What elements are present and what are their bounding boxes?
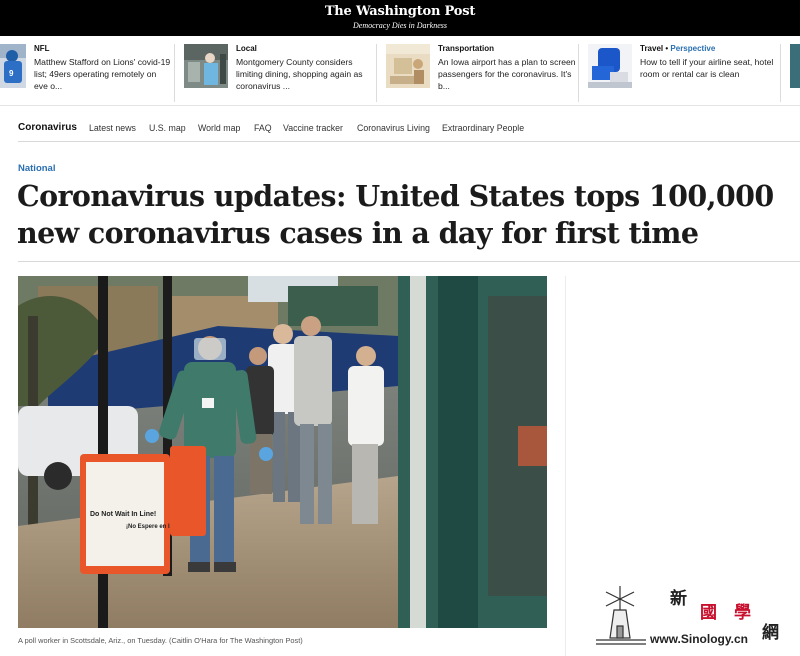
watermark-char: 學 (734, 603, 751, 623)
section-nav: Coronavirus Latest news U.S. map World m… (18, 118, 800, 142)
next-story-thumbnail-partial[interactable] (790, 44, 800, 88)
related-stories-strip: 9 NFL Matthew Stafford on Lions' covid-1… (0, 36, 800, 106)
strip-divider (780, 44, 781, 102)
right-rail-divider (565, 276, 566, 656)
story-category: Travel • Perspective (640, 44, 778, 54)
strip-divider (578, 44, 579, 102)
story-headline-link[interactable]: How to tell if your airline seat, hotel … (640, 56, 778, 80)
story-headline-link[interactable]: Matthew Stafford on Lions' covid-19 list… (34, 56, 172, 92)
watermark-char: 國 (700, 603, 717, 623)
nav-link-latest-news[interactable]: Latest news (89, 123, 136, 133)
perspective-label: Perspective (670, 44, 716, 53)
story-thumbnail[interactable] (184, 44, 228, 88)
watermark-char: 網 (762, 623, 779, 643)
strip-divider (174, 44, 175, 102)
story-category: NFL (34, 44, 50, 53)
watermark-url: www.Sinology.cn (650, 632, 749, 646)
nav-link-us-map[interactable]: U.S. map (149, 123, 186, 133)
headline-divider (18, 261, 800, 262)
sinology-watermark: 新 國 學 網 www.Sinology.cn (592, 580, 792, 652)
nav-link-vaccine-tracker[interactable]: Vaccine tracker (283, 123, 343, 133)
lead-photo[interactable]: Do Not Wait In Line! ¡No Espere en la Lí… (18, 276, 547, 628)
story-headline-link[interactable]: An Iowa airport has a plan to screen pas… (438, 56, 576, 92)
story-category: Transportation (438, 44, 495, 53)
watermark-char: 新 (670, 589, 687, 609)
nav-link-coronavirus-living[interactable]: Coronavirus Living (357, 123, 430, 133)
masthead-bar: The Washington Post Democracy Dies in Da… (0, 0, 800, 36)
windmill-icon (596, 586, 646, 645)
story-thumbnail[interactable] (588, 44, 632, 88)
strip-divider (376, 44, 377, 102)
masthead-tagline: Democracy Dies in Darkness (353, 21, 447, 30)
nav-link-faq[interactable]: FAQ (254, 123, 272, 133)
story-category: Local (236, 44, 257, 53)
photo-caption: A poll worker in Scottsdale, Ariz., on T… (18, 636, 303, 645)
washington-post-logo[interactable]: The Washington Post (0, 4, 800, 19)
story-category-label: Travel (640, 44, 664, 53)
nav-link-world-map[interactable]: World map (198, 123, 240, 133)
article-headline: Coronavirus updates: United States tops … (17, 179, 774, 250)
story-headline-link[interactable]: Montgomery County considers limiting din… (236, 56, 374, 92)
svg-text:9: 9 (9, 69, 14, 78)
story-thumbnail[interactable]: 9 (0, 44, 26, 88)
nav-link-extraordinary-people[interactable]: Extraordinary People (442, 123, 524, 133)
section-title-link[interactable]: Coronavirus (18, 122, 77, 133)
article-kicker[interactable]: National (18, 163, 55, 174)
sign-text-english: Do Not Wait In Line! (90, 511, 156, 518)
story-thumbnail[interactable] (386, 44, 430, 88)
